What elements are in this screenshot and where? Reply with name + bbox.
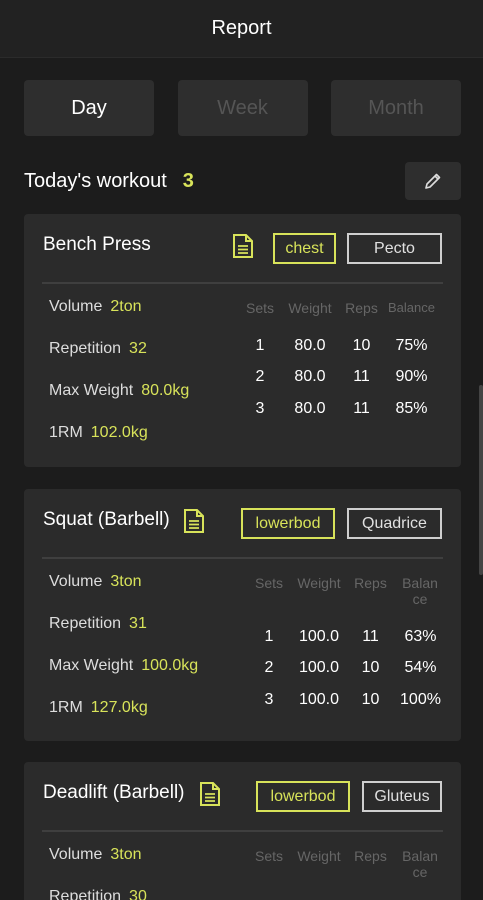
set-row: 2 80.0 11 90%: [255, 368, 428, 386]
divider: [42, 830, 443, 832]
divider: [42, 282, 443, 284]
stat-repetition: Repetition 32: [49, 340, 147, 357]
muscle-tag[interactable]: lowerbod: [241, 508, 335, 539]
workout-count: 3: [182, 169, 194, 192]
sets-header: Sets Weight Reps Balance: [245, 300, 435, 316]
sets-table: Sets Weight Reps Balance 1 80.0 10 75% 2…: [239, 300, 449, 425]
stat-volume: Volume 3ton: [49, 846, 142, 863]
scrollbar[interactable]: [479, 385, 483, 575]
period-tabs: Day Week Month: [24, 80, 461, 136]
exercise-name: Squat (Barbell): [43, 509, 170, 530]
stats-list: Volume 3ton Repetition 31 Max Weight 100.0k…: [49, 573, 198, 741]
stat-repetition: Repetition 30: [49, 888, 147, 900]
tab-month[interactable]: Month: [331, 80, 461, 136]
page-title: Report: [211, 17, 272, 39]
stat-1rm: 1RM 127.0kg: [49, 699, 148, 716]
sets-table: Sets Weight Reps Balance: [248, 848, 458, 894]
sets-header: Sets Weight Reps Balance: [254, 575, 438, 607]
set-row: 3 100.0 10 100%: [264, 690, 441, 708]
tab-day[interactable]: Day: [24, 80, 154, 136]
muscle-tag[interactable]: chest: [273, 233, 336, 264]
tab-week[interactable]: Week: [177, 80, 308, 136]
stat-volume: Volume 2ton: [49, 298, 142, 315]
divider: [42, 557, 443, 559]
set-row: 1 100.0 11 63%: [264, 627, 437, 645]
stat-max-weight: Max Weight 80.0kg: [49, 382, 190, 399]
exercise-name: Deadlift (Barbell): [43, 782, 185, 803]
set-row: 2 100.0 10 54%: [264, 659, 437, 677]
workout-summary: Today's workout 3: [24, 162, 461, 200]
sub-muscle-tag[interactable]: Pecto: [347, 233, 442, 264]
stat-1rm: 1RM 102.0kg: [49, 424, 148, 441]
edit-button[interactable]: [405, 162, 461, 200]
sets-header: Sets Weight Reps Balance: [254, 848, 438, 880]
sub-muscle-tag[interactable]: Gluteus: [362, 781, 442, 812]
exercise-card[interactable]: Bench Press chest Pecto Volume 2ton Repet…: [24, 214, 461, 467]
set-row: 3 80.0 11 85%: [255, 399, 428, 417]
exercise-name: Bench Press: [43, 234, 151, 255]
muscle-tag[interactable]: lowerbod: [256, 781, 350, 812]
note-icon[interactable]: [183, 509, 205, 533]
stat-max-weight: Max Weight 100.0kg: [49, 657, 199, 674]
pencil-icon: [425, 173, 441, 189]
stats-list: Volume 3ton Repetition 30: [49, 846, 147, 900]
exercise-card[interactable]: Squat (Barbell) lowerbod Quadrice Volume…: [24, 489, 461, 741]
exercise-card[interactable]: Deadlift (Barbell) lowerbod Gluteus Volu…: [24, 762, 461, 900]
note-icon[interactable]: [199, 782, 221, 806]
sets-table: Sets Weight Reps Balance 1 100.0 11 63% …: [248, 575, 458, 716]
stats-list: Volume 2ton Repetition 32 Max Weight 80.0kg…: [49, 298, 189, 466]
stat-repetition: Repetition 31: [49, 615, 147, 632]
stat-volume: Volume 3ton: [49, 573, 142, 590]
note-icon[interactable]: [232, 234, 254, 258]
sub-muscle-tag[interactable]: Quadrice: [347, 508, 442, 539]
workout-label: Today's workout: [24, 169, 167, 192]
set-row: 1 80.0 10 75%: [255, 336, 428, 354]
app-header: Report: [0, 0, 483, 58]
